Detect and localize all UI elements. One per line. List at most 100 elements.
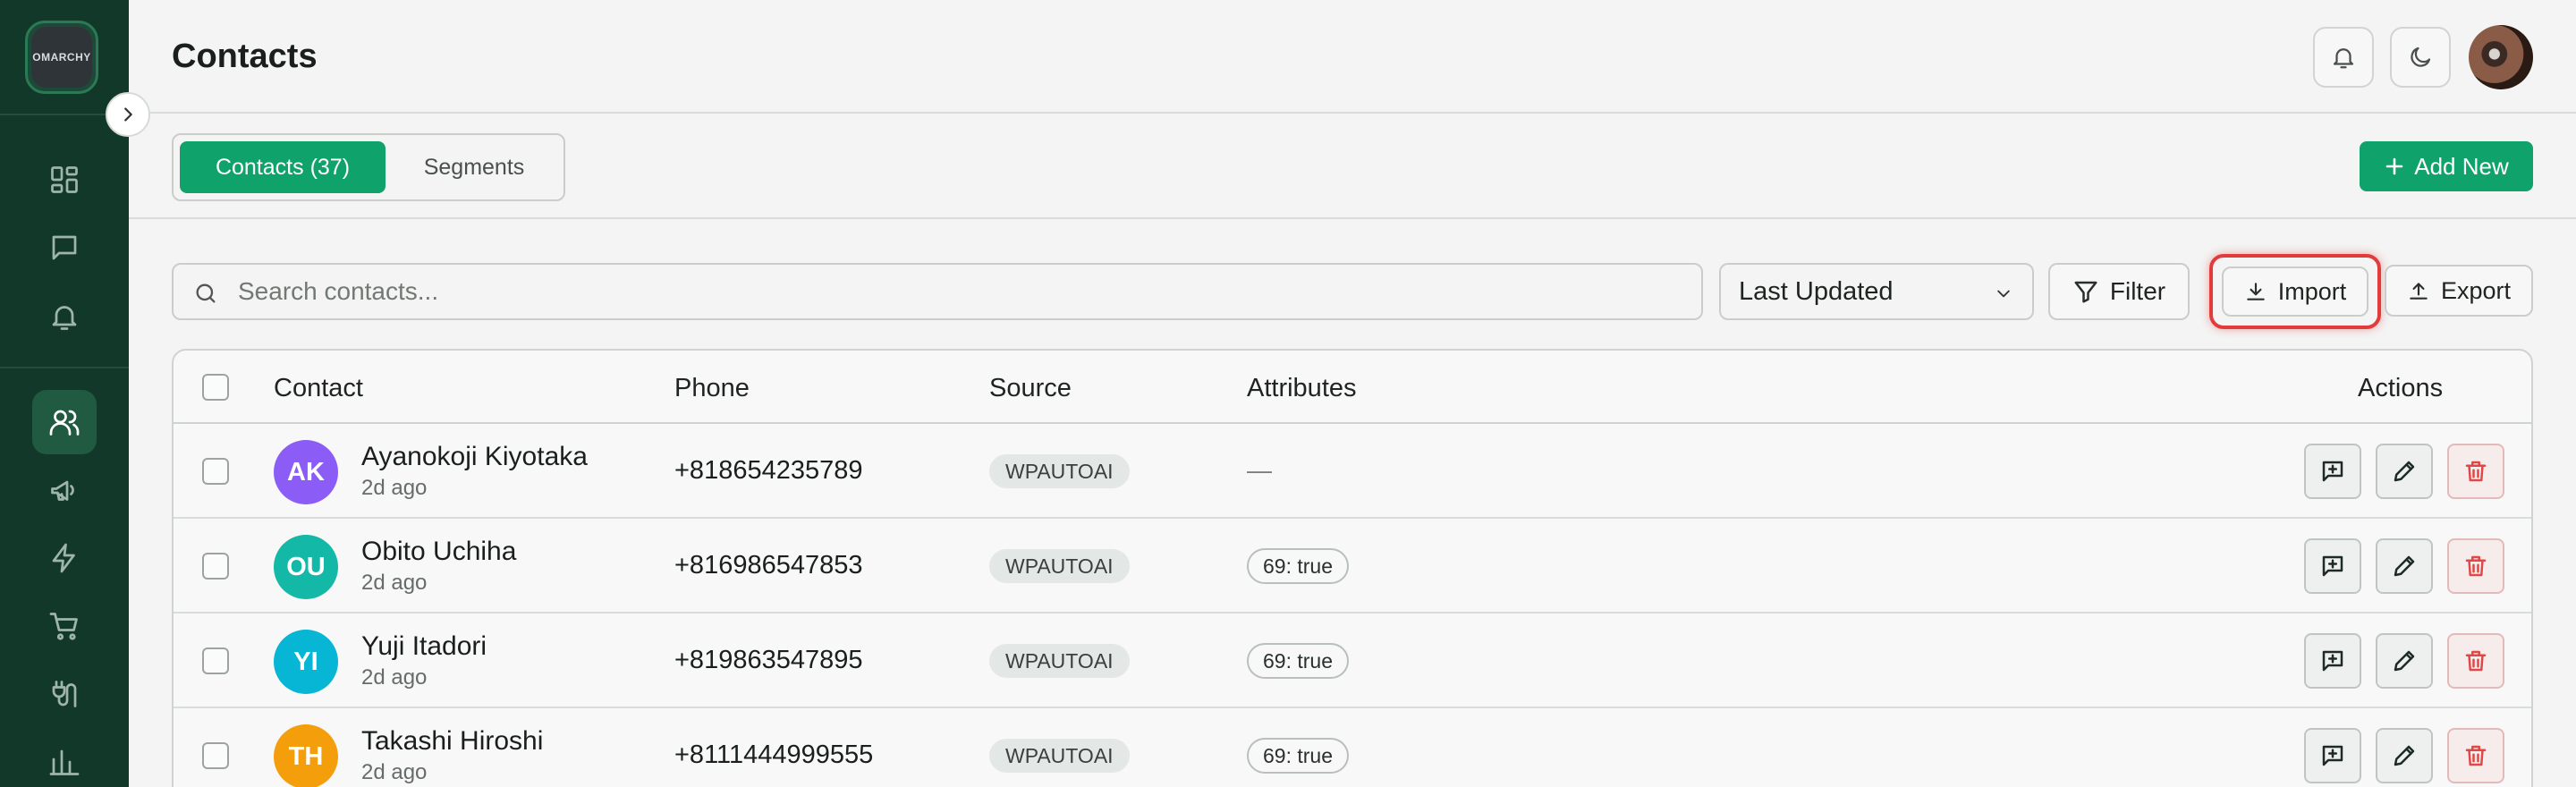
- edit-button[interactable]: [2376, 633, 2433, 689]
- delete-button[interactable]: [2447, 444, 2504, 499]
- filter-icon: [2074, 281, 2097, 303]
- filter-label: Filter: [2109, 277, 2166, 305]
- contact-phone: +816986547853: [674, 551, 863, 580]
- pencil-icon: [2394, 745, 2415, 766]
- search-icon: [196, 283, 216, 303]
- grid-icon: [51, 166, 78, 193]
- table-row[interactable]: TH Takashi Hiroshi 2d ago +8111444999555…: [174, 708, 2531, 787]
- message-button[interactable]: [2304, 538, 2361, 594]
- row-checkbox[interactable]: [202, 742, 229, 769]
- app-logo[interactable]: OMARCHY: [25, 21, 98, 94]
- import-label: Import: [2277, 277, 2347, 305]
- message-plus-icon: [2322, 650, 2343, 672]
- message-button[interactable]: [2304, 633, 2361, 689]
- table-row[interactable]: YI Yuji Itadori 2d ago +819863547895 WPA…: [174, 614, 2531, 708]
- row-checkbox[interactable]: [202, 553, 229, 580]
- tabs-bar: Contacts (37) Segments Add New: [129, 114, 2576, 219]
- table-row[interactable]: AK Ayanokoji Kiyotaka 2d ago +8186542357…: [174, 424, 2531, 519]
- attribute-empty: —: [1247, 456, 1272, 484]
- export-button[interactable]: Export: [2385, 265, 2533, 317]
- export-label: Export: [2440, 276, 2512, 304]
- sidebar-divider: [0, 367, 129, 368]
- notifications-button[interactable]: [2313, 27, 2374, 88]
- table-row[interactable]: OU Obito Uchiha 2d ago +816986547853 WPA…: [174, 519, 2531, 614]
- plug-icon: [52, 681, 77, 707]
- search-input[interactable]: [238, 274, 1669, 309]
- user-avatar[interactable]: [2469, 25, 2533, 89]
- logo-text: OMARCHY: [31, 27, 92, 88]
- edit-button[interactable]: [2376, 538, 2433, 594]
- chat-icon: [52, 235, 77, 260]
- page-header: Contacts: [129, 0, 2576, 114]
- trash-icon: [2465, 461, 2487, 482]
- column-attributes[interactable]: Attributes: [1247, 374, 1357, 403]
- attribute-badge: 69: true: [1247, 548, 1349, 584]
- message-button[interactable]: [2304, 728, 2361, 783]
- sidebar-item-messages[interactable]: [32, 216, 97, 280]
- trash-icon: [2465, 555, 2487, 577]
- tab-segments[interactable]: Segments: [394, 141, 555, 193]
- contact-avatar: OU: [274, 535, 338, 599]
- sidebar-item-commerce[interactable]: [32, 594, 97, 658]
- sidebar-item-integrations[interactable]: [32, 662, 97, 726]
- chevron-right-icon: [124, 107, 132, 122]
- edit-button[interactable]: [2376, 444, 2433, 499]
- theme-toggle-button[interactable]: [2390, 27, 2451, 88]
- sidebar-item-automations[interactable]: [32, 526, 97, 590]
- page-title: Contacts: [172, 38, 318, 75]
- contact-name[interactable]: Takashi Hiroshi: [361, 726, 543, 757]
- pencil-icon: [2394, 461, 2415, 482]
- sidebar-toggle-button[interactable]: [106, 92, 150, 137]
- contact-name[interactable]: Ayanokoji Kiyotaka: [361, 442, 588, 472]
- pencil-icon: [2394, 650, 2415, 672]
- tab-group: Contacts (37) Segments: [172, 133, 565, 201]
- attribute-badge: 69: true: [1247, 643, 1349, 679]
- add-new-button[interactable]: Add New: [2360, 141, 2533, 191]
- bell-icon: [2333, 48, 2354, 69]
- plus-icon: [2385, 157, 2403, 175]
- message-plus-icon: [2322, 555, 2343, 577]
- select-all-checkbox[interactable]: [202, 374, 229, 401]
- edit-button[interactable]: [2376, 728, 2433, 783]
- delete-button[interactable]: [2447, 728, 2504, 783]
- contact-updated: 2d ago: [361, 760, 428, 784]
- column-contact[interactable]: Contact: [274, 374, 363, 403]
- row-checkbox[interactable]: [202, 458, 229, 485]
- bar-chart-icon: [49, 749, 80, 775]
- attribute-badge: 69: true: [1247, 738, 1349, 774]
- sidebar-item-notifications[interactable]: [32, 284, 97, 349]
- add-new-label: Add New: [2414, 152, 2509, 180]
- sidebar-item-analytics[interactable]: [32, 730, 97, 787]
- delete-button[interactable]: [2447, 538, 2504, 594]
- sidebar-item-campaigns[interactable]: [32, 458, 97, 522]
- contact-name[interactable]: Obito Uchiha: [361, 537, 516, 567]
- message-button[interactable]: [2304, 444, 2361, 499]
- chevron-down-icon: [1997, 290, 2010, 298]
- sidebar-item-contacts[interactable]: [32, 390, 97, 454]
- source-badge: WPAUTOAI: [989, 644, 1130, 678]
- bell-icon: [52, 306, 77, 330]
- tab-contacts[interactable]: Contacts (37): [180, 141, 386, 193]
- source-badge: WPAUTOAI: [989, 549, 1130, 583]
- moon-icon: [2411, 47, 2431, 67]
- filter-button[interactable]: Filter: [2048, 263, 2190, 320]
- search-box: [172, 263, 1703, 320]
- contact-avatar: YI: [274, 630, 338, 694]
- download-icon: [2246, 283, 2265, 300]
- column-source[interactable]: Source: [989, 374, 1072, 403]
- source-badge: WPAUTOAI: [989, 739, 1130, 773]
- column-phone[interactable]: Phone: [674, 374, 750, 403]
- megaphone-icon: [51, 480, 74, 501]
- delete-button[interactable]: [2447, 633, 2504, 689]
- trash-icon: [2465, 650, 2487, 672]
- pencil-icon: [2394, 555, 2415, 577]
- sidebar-item-dashboard[interactable]: [32, 148, 97, 212]
- import-button[interactable]: Import: [2222, 267, 2368, 317]
- contact-phone: +819863547895: [674, 646, 863, 674]
- row-checkbox[interactable]: [202, 647, 229, 674]
- contact-name[interactable]: Yuji Itadori: [361, 631, 487, 662]
- sort-value: Last Updated: [1739, 276, 1894, 306]
- sort-select[interactable]: Last Updated: [1719, 263, 2034, 320]
- contact-updated: 2d ago: [361, 571, 428, 595]
- contact-avatar: TH: [274, 724, 338, 787]
